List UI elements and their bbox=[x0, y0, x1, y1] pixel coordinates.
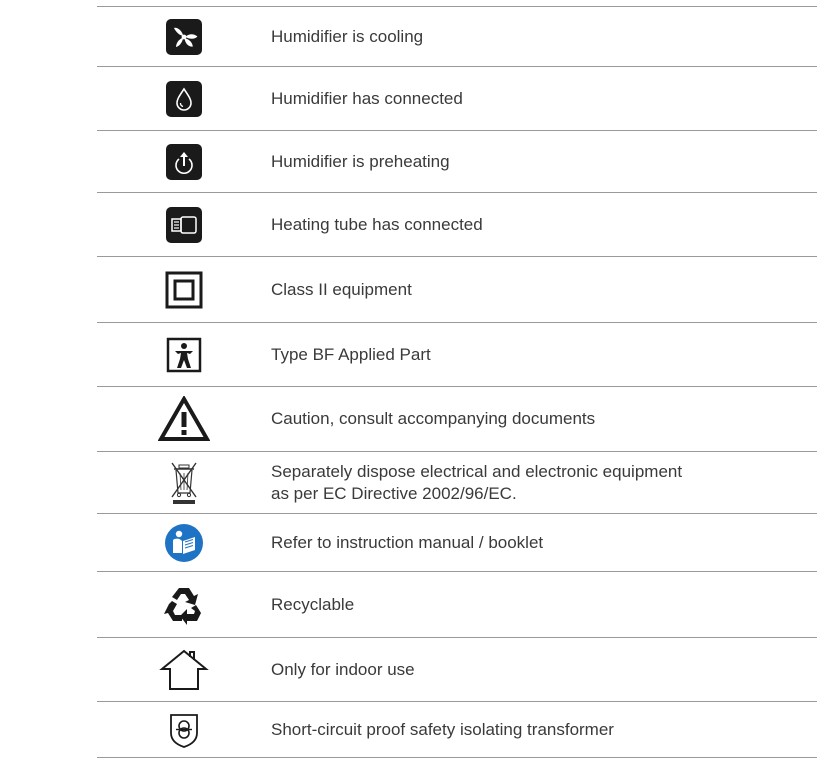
symbol-cell bbox=[97, 584, 271, 626]
row-label: Type BF Applied Part bbox=[271, 344, 431, 364]
recycle-icon bbox=[164, 587, 201, 625]
type-bf-icon bbox=[166, 337, 202, 372]
symbol-cell bbox=[97, 711, 271, 749]
symbol-cell bbox=[97, 396, 271, 442]
table-row: Humidifier is cooling bbox=[97, 6, 817, 67]
table-row: Refer to instruction manual / booklet bbox=[97, 514, 817, 572]
symbol-cell bbox=[97, 649, 271, 691]
symbol-table: Humidifier is cooling Humidifier has con… bbox=[97, 6, 817, 758]
fan-icon bbox=[166, 18, 202, 55]
symbol-cell bbox=[97, 461, 271, 505]
weee-icon bbox=[171, 462, 197, 504]
heating-tube-icon bbox=[166, 206, 202, 243]
symbol-cell bbox=[97, 143, 271, 180]
table-row: Type BF Applied Part bbox=[97, 323, 817, 387]
row-label: Caution, consult accompanying documents bbox=[271, 409, 596, 428]
row-label: Refer to instruction manual / booklet bbox=[271, 532, 544, 552]
row-label: Humidifier is preheating bbox=[271, 151, 450, 171]
preheat-icon bbox=[166, 143, 202, 180]
symbol-cell bbox=[97, 206, 271, 243]
indoor-use-icon bbox=[159, 649, 209, 690]
table-row: Only for indoor use bbox=[97, 638, 817, 702]
table-row: Class II equipment bbox=[97, 257, 817, 323]
table-row: Humidifier has connected bbox=[97, 67, 817, 131]
row-label-line: as per EC Directive 2002/96/EC. bbox=[271, 483, 517, 503]
row-label: Recyclable bbox=[271, 594, 355, 614]
caution-icon bbox=[158, 396, 210, 441]
row-label: Short-circuit proof safety isolating tra… bbox=[271, 719, 614, 739]
table-row: Separately dispose electrical and electr… bbox=[97, 452, 817, 514]
row-label: Separately dispose electrical and electr… bbox=[271, 461, 817, 505]
row-label: Class II equipment bbox=[271, 279, 412, 299]
manual-icon bbox=[165, 523, 203, 562]
row-label: Humidifier has connected bbox=[271, 88, 463, 108]
symbol-cell bbox=[97, 337, 271, 373]
class-ii-icon bbox=[165, 271, 203, 308]
row-label: Heating tube has connected bbox=[271, 214, 483, 234]
symbol-cell bbox=[97, 80, 271, 117]
symbol-cell bbox=[97, 271, 271, 309]
symbol-cell bbox=[97, 18, 271, 55]
row-label: Humidifier is cooling bbox=[271, 26, 424, 46]
water-drop-icon bbox=[166, 80, 202, 117]
table-row: Heating tube has connected bbox=[97, 193, 817, 257]
table-row: Caution, consult accompanying documents bbox=[97, 387, 817, 452]
symbol-cell bbox=[97, 523, 271, 563]
table-row: Humidifier is preheating bbox=[97, 131, 817, 193]
row-label: Only for indoor use bbox=[271, 659, 415, 679]
row-label-line: Separately dispose electrical and electr… bbox=[271, 461, 683, 481]
table-row: Short-circuit proof safety isolating tra… bbox=[97, 702, 817, 758]
transformer-icon bbox=[170, 713, 198, 748]
table-row: Recyclable bbox=[97, 572, 817, 638]
